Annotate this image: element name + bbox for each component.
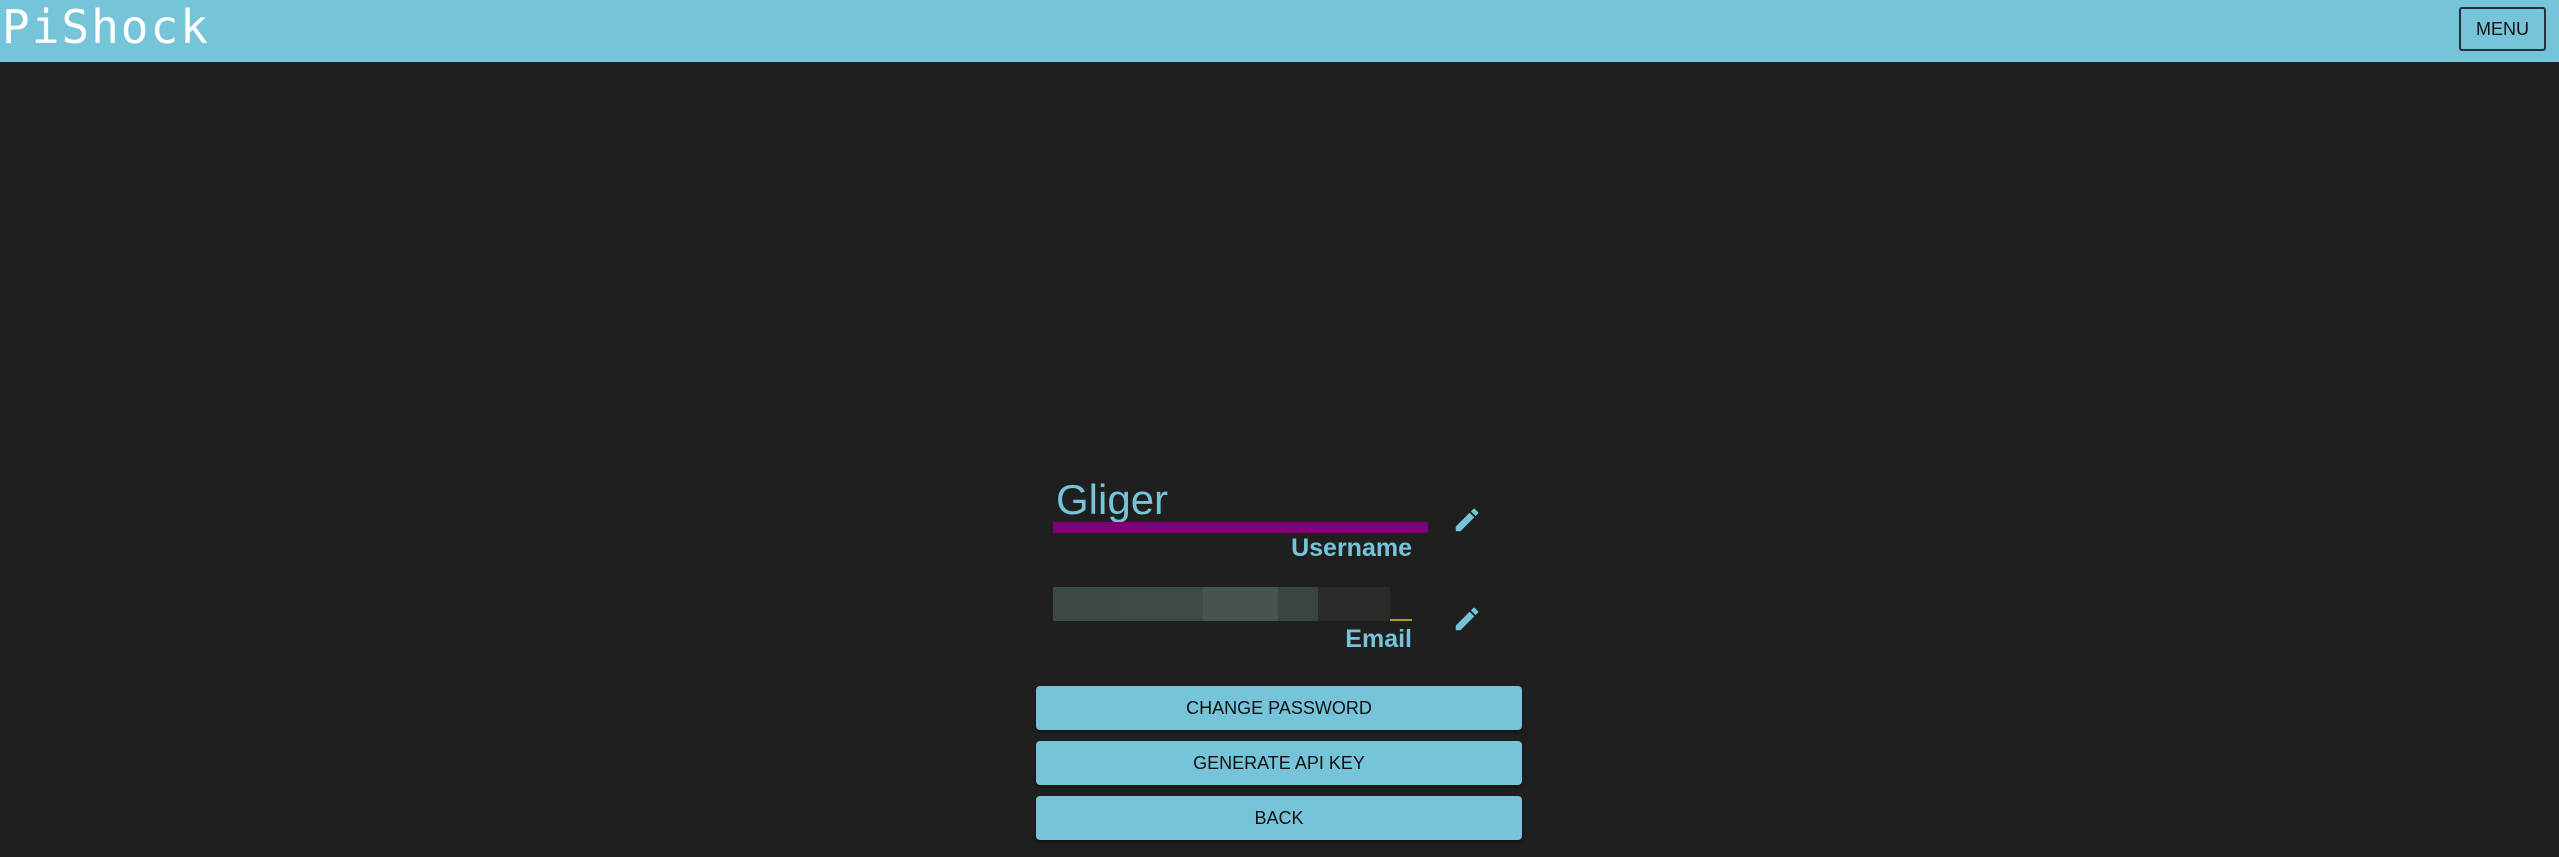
generate-api-key-button[interactable]: GENERATE API KEY [1036, 741, 1522, 785]
top-bar: PiShock MENU [0, 0, 2559, 62]
username-underline [1053, 522, 1428, 533]
email-label: Email [1345, 625, 1412, 653]
menu-button[interactable]: MENU [2459, 7, 2546, 51]
edit-email-pencil-icon[interactable] [1452, 604, 1482, 634]
change-password-button[interactable]: CHANGE PASSWORD [1036, 686, 1522, 730]
email-underline [1390, 619, 1412, 621]
back-button[interactable]: BACK [1036, 796, 1522, 840]
edit-username-pencil-icon[interactable] [1452, 505, 1482, 535]
email-value-redacted [1053, 587, 1390, 621]
username-label: Username [1291, 534, 1412, 562]
pishock-logo[interactable]: PiShock [2, 4, 210, 50]
username-value: Gliger [1056, 476, 1169, 523]
